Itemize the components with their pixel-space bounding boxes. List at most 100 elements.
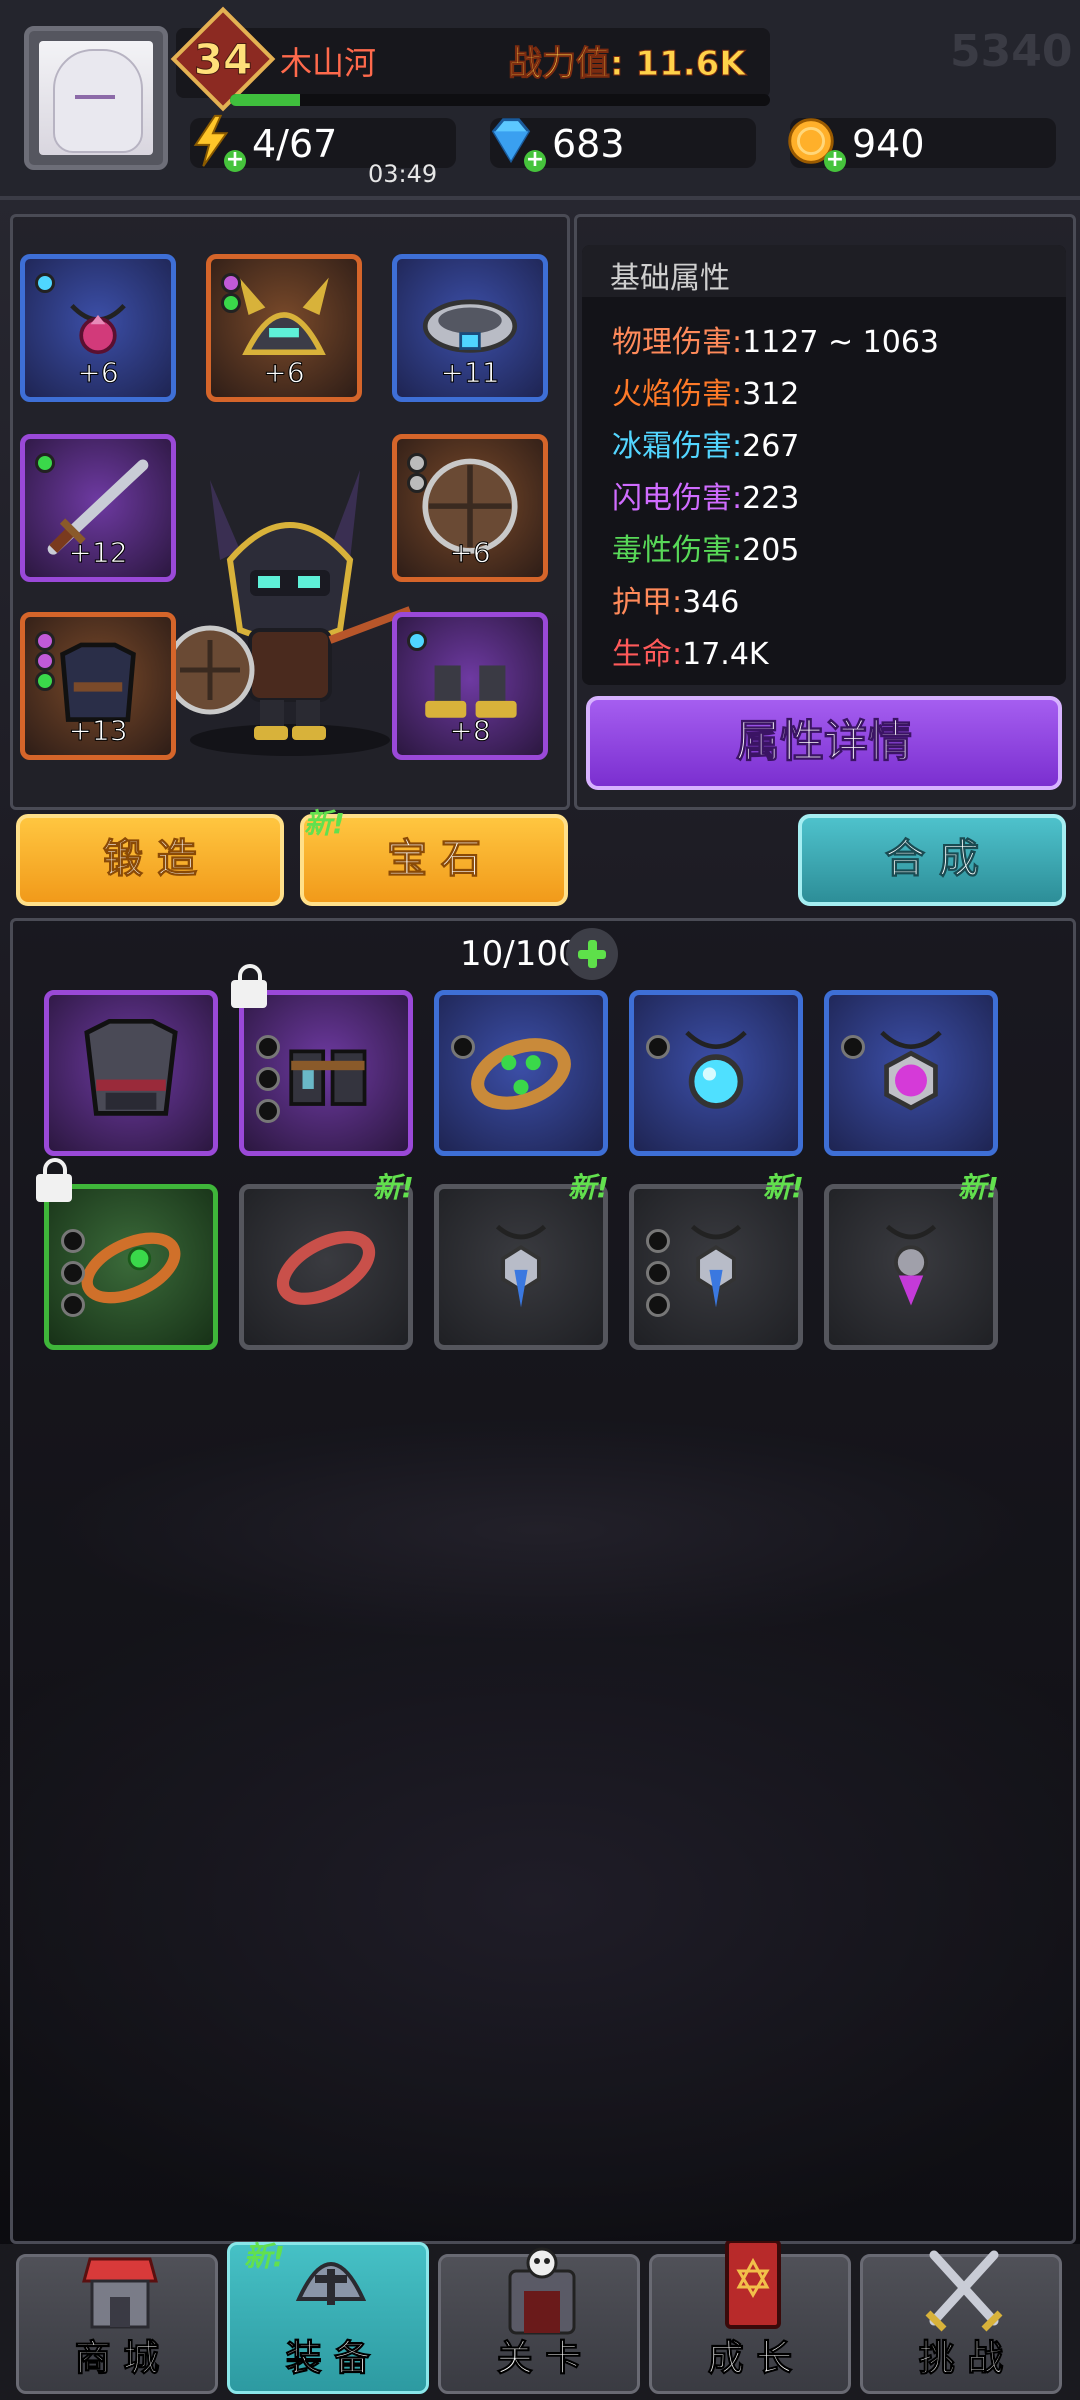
gem-counter[interactable]: + 683 bbox=[490, 118, 756, 172]
equip-slot-necklace[interactable]: +6 bbox=[20, 254, 176, 402]
base-attributes-box: 基础属性 物理伤害:1127 ~ 1063 火焰伤害:312 冰霜伤害:267 闪电伤… bbox=[582, 245, 1066, 685]
equip-slot-armor[interactable]: +13 bbox=[20, 612, 176, 760]
attribute-label: 冰霜伤害: bbox=[612, 429, 743, 464]
inventory-item-pendant-blue-a[interactable] bbox=[434, 1184, 608, 1350]
pendant-blue-a-icon bbox=[495, 1224, 547, 1308]
exp-bar bbox=[230, 94, 770, 106]
socket-hole bbox=[841, 1035, 865, 1059]
expand-inventory-plus-icon[interactable] bbox=[566, 928, 618, 980]
player-avatar[interactable] bbox=[24, 26, 168, 170]
inventory-item-amulet-purple[interactable] bbox=[824, 990, 998, 1156]
skull-gate-icon bbox=[508, 2247, 576, 2335]
socket-dot bbox=[35, 651, 55, 671]
inventory-item-bangle-red[interactable] bbox=[239, 1184, 413, 1350]
bangle-red-icon bbox=[276, 1230, 376, 1305]
forge-button[interactable]: 锻 造 bbox=[16, 814, 284, 906]
gem-plus-icon[interactable]: + bbox=[524, 149, 546, 172]
attribute-value: 17.4K bbox=[682, 637, 769, 672]
attribute-label: 毒性伤害: bbox=[612, 533, 743, 568]
synthesize-button[interactable]: 合 成 bbox=[798, 814, 1066, 906]
shop-icon bbox=[82, 2257, 158, 2329]
helmet-icon bbox=[295, 2262, 367, 2305]
attribute-row: 冰霜伤害:267 bbox=[612, 421, 799, 465]
lock-icon bbox=[36, 1158, 72, 1202]
socket-holes bbox=[646, 1229, 670, 1325]
attribute-label: 火焰伤害: bbox=[612, 377, 743, 412]
socket-holes bbox=[451, 1035, 475, 1067]
socket-hole bbox=[61, 1261, 85, 1285]
equip-level: +6 bbox=[77, 356, 119, 390]
attribute-details-button[interactable]: 属性详情 bbox=[586, 696, 1062, 790]
socket-dot bbox=[35, 273, 55, 293]
socket-hole bbox=[61, 1229, 85, 1253]
socket-dot bbox=[407, 473, 427, 493]
equip-level: +13 bbox=[68, 714, 128, 748]
nav-skull-gate[interactable]: 关 卡 bbox=[438, 2247, 640, 2394]
player-name: 木山河 bbox=[280, 44, 377, 82]
attribute-row: 火焰伤害:312 bbox=[612, 369, 799, 413]
nav-new-badge: 新! bbox=[244, 2240, 285, 2273]
socket-dot bbox=[221, 273, 241, 293]
nav-label: 装 备 bbox=[285, 2338, 371, 2380]
uid-watermark: 5340 bbox=[950, 26, 1073, 77]
inventory-item-pendant-purple[interactable] bbox=[824, 1184, 998, 1350]
equip-slot-boots[interactable]: +8 bbox=[392, 612, 548, 760]
amulet-purple-icon bbox=[880, 1030, 942, 1111]
socket-holes bbox=[61, 1229, 85, 1325]
energy-value: 4/67 bbox=[252, 122, 338, 166]
socket-holes bbox=[256, 1035, 280, 1131]
new-badge: 新! bbox=[763, 1171, 804, 1204]
avatar-eyes bbox=[75, 95, 115, 107]
attributes-title: 基础属性 bbox=[610, 261, 730, 296]
exp-bar-fill bbox=[230, 94, 301, 106]
energy-plus-icon[interactable]: + bbox=[224, 149, 246, 172]
socket-dot bbox=[407, 453, 427, 473]
pendant-purple-icon bbox=[885, 1224, 937, 1306]
socket-hole bbox=[451, 1035, 475, 1059]
socket-dot bbox=[407, 631, 427, 651]
book-icon bbox=[725, 2241, 781, 2329]
inventory-item-leg-armor[interactable] bbox=[239, 990, 413, 1156]
hero-figure bbox=[165, 470, 412, 756]
coin-counter[interactable]: + 940 bbox=[788, 118, 1056, 172]
coin-value: 940 bbox=[852, 122, 925, 166]
nav-label: 商 城 bbox=[74, 2338, 160, 2380]
equip-slot-helmet[interactable]: +6 bbox=[206, 254, 362, 402]
attribute-row: 毒性伤害:205 bbox=[612, 525, 799, 569]
equip-level: +11 bbox=[440, 356, 500, 390]
nav-helmet[interactable]: 装 备 新! bbox=[227, 2240, 429, 2394]
socket-holes bbox=[646, 1035, 670, 1067]
attribute-row: 物理伤害:1127 ~ 1063 bbox=[612, 317, 939, 361]
equip-slot-bracer[interactable]: +11 bbox=[392, 254, 548, 402]
attribute-row: 生命:17.4K bbox=[612, 629, 769, 673]
socket-dot bbox=[35, 631, 55, 651]
socket-hole bbox=[256, 1035, 280, 1059]
bottom-nav: 商 城 装 备 新! 关 卡 成 长 挑 战 bbox=[0, 2240, 1080, 2400]
inventory-item-pendant-blue-b[interactable] bbox=[629, 1184, 803, 1350]
inventory-item-amulet-blue[interactable] bbox=[629, 990, 803, 1156]
nav-label: 挑 战 bbox=[918, 2338, 1004, 2380]
attribute-label: 生命: bbox=[612, 637, 683, 672]
socket-holes bbox=[841, 1035, 865, 1067]
inventory-item-ring-green[interactable] bbox=[44, 1184, 218, 1350]
inventory-item-ring-gold[interactable] bbox=[434, 990, 608, 1156]
nav-label: 关 卡 bbox=[496, 2338, 582, 2380]
equip-slot-sword[interactable]: +12 bbox=[20, 434, 176, 582]
attribute-value: 267 bbox=[742, 429, 800, 464]
amulet-blue-icon bbox=[685, 1030, 747, 1109]
nav-shop[interactable]: 商 城 bbox=[16, 2254, 218, 2394]
coin-plus-icon[interactable]: + bbox=[824, 149, 846, 172]
gem-new-badge: 新! bbox=[304, 807, 345, 840]
socket-hole bbox=[61, 1293, 85, 1317]
attribute-value: 205 bbox=[742, 533, 800, 568]
inventory-item-chest-armor[interactable] bbox=[44, 990, 218, 1156]
top-header: 34 木山河 战力值: 11.6K 5340 + 4/67 03:49 + 68… bbox=[0, 0, 1080, 200]
attribute-label: 物理伤害: bbox=[612, 325, 743, 360]
socket-dot bbox=[221, 293, 241, 313]
nav-crossed-swords[interactable]: 挑 战 bbox=[860, 2250, 1062, 2394]
equip-slot-shield[interactable]: +6 bbox=[392, 434, 548, 582]
nav-book[interactable]: 成 长 bbox=[649, 2241, 851, 2394]
energy-timer: 03:49 bbox=[368, 160, 438, 188]
equip-level: +12 bbox=[68, 536, 128, 570]
lock-icon bbox=[231, 964, 267, 1008]
